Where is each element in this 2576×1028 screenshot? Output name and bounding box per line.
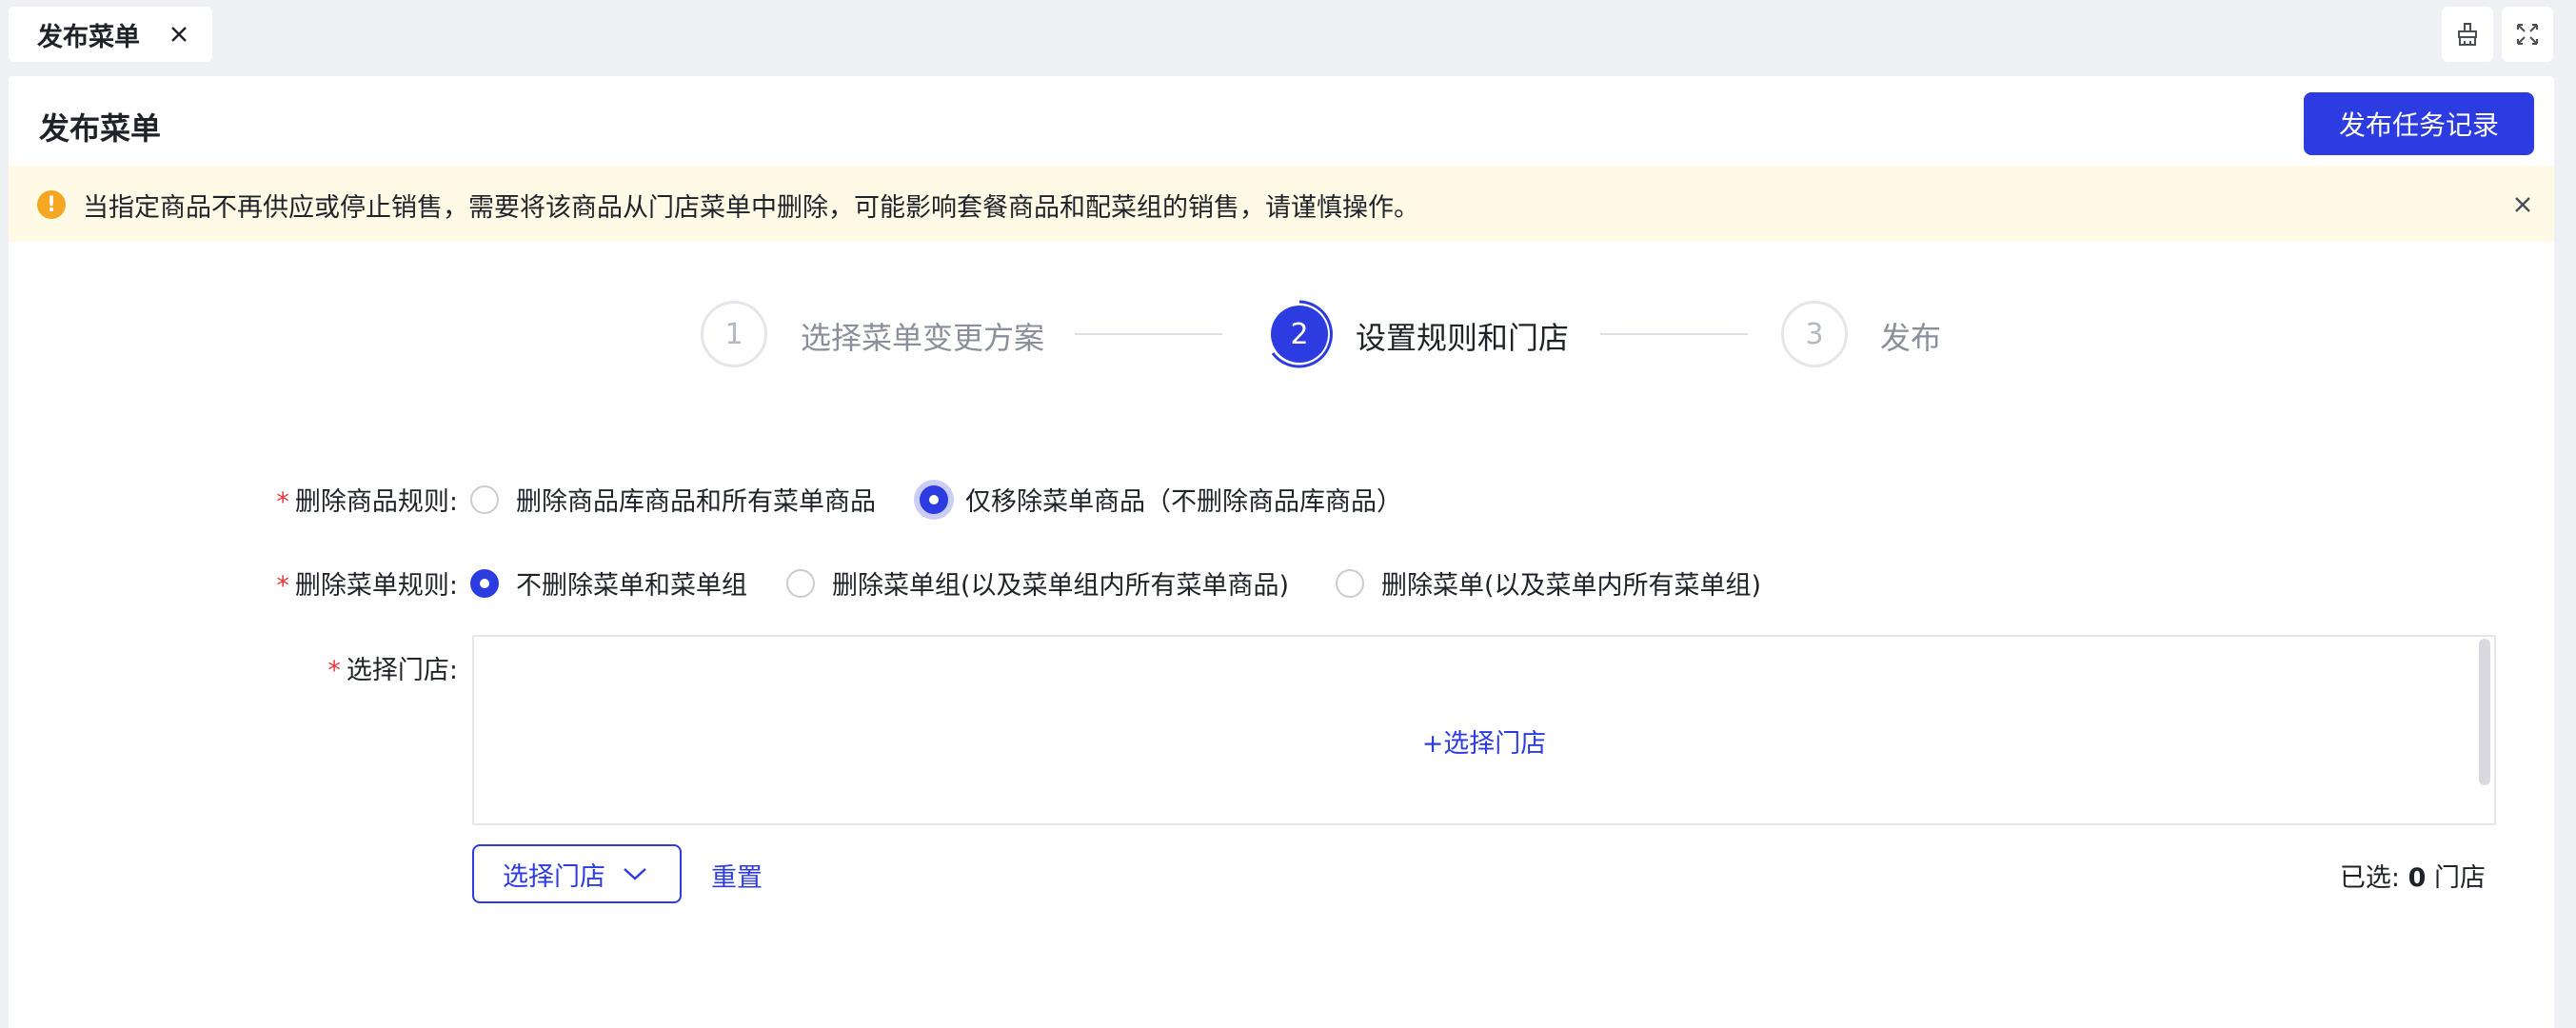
step-connector — [1600, 333, 1748, 335]
select-store-label: * 选择门店: — [327, 656, 458, 685]
chevron-down-icon — [624, 868, 646, 880]
step-1-circle: 1 — [701, 301, 767, 367]
broom-button[interactable] — [2442, 7, 2493, 62]
warning-alert: ! 当指定商品不再供应或停止销售，需要将该商品从门店菜单中删除，可能影响套餐商品… — [9, 166, 2554, 242]
radio-delete-all-products[interactable]: 删除商品库商品和所有菜单商品 — [470, 481, 876, 518]
radio-delete-menus[interactable]: 删除菜单(以及菜单内所有菜单组) — [1336, 564, 1761, 602]
radio-circle-selected[interactable] — [920, 484, 948, 514]
broom-icon — [2458, 23, 2477, 46]
alert-message: 当指定商品不再供应或停止销售，需要将该商品从门店菜单中删除，可能影响套餐商品和配… — [83, 193, 1419, 223]
publish-records-button[interactable]: 发布任务记录 — [2304, 92, 2534, 155]
required-mark: * — [327, 656, 341, 685]
fullscreen-icon — [2517, 24, 2538, 45]
step-3-label: 发布 — [1880, 320, 1942, 356]
select-store-dropdown[interactable]: 选择门店 — [472, 844, 682, 903]
radio-circle[interactable] — [1336, 568, 1364, 598]
reset-link[interactable]: 重置 — [711, 857, 763, 894]
close-icon[interactable] — [167, 22, 191, 47]
delete-product-rule-label: * 删除商品规则: — [276, 487, 458, 517]
close-alert-icon[interactable] — [2508, 190, 2537, 219]
main-card: 发布菜单 发布任务记录 ! 当指定商品不再供应或停止销售，需要将该商品从门店菜单… — [9, 76, 2554, 1028]
radio-circle[interactable] — [786, 568, 815, 598]
step-2-circle: 2 — [1271, 306, 1328, 363]
required-mark: * — [276, 487, 289, 517]
store-selection-area: +选择门店 — [472, 635, 2496, 825]
step-2-label: 设置规则和门店 — [1356, 320, 1570, 356]
tab-publish-menu[interactable]: 发布菜单 — [9, 7, 212, 62]
page-title: 发布菜单 — [39, 110, 162, 147]
step-connector — [1075, 333, 1222, 335]
required-mark: * — [276, 571, 289, 601]
radio-keep-menu-and-groups[interactable]: 不删除菜单和菜单组 — [470, 564, 747, 602]
radio-remove-menu-products-only[interactable]: 仅移除菜单商品（不删除商品库商品） — [920, 481, 1402, 518]
step-3-circle: 3 — [1781, 301, 1848, 367]
delete-menu-rule-label: * 删除菜单规则: — [276, 571, 458, 601]
radio-circle[interactable] — [470, 484, 499, 514]
scrollbar[interactable] — [2479, 639, 2490, 785]
radio-delete-menu-groups[interactable]: 删除菜单组(以及菜单组内所有菜单商品) — [786, 564, 1289, 602]
step-1-label: 选择菜单变更方案 — [801, 320, 1045, 356]
warning-icon: ! — [37, 190, 66, 219]
tab-label: 发布菜单 — [37, 22, 140, 52]
selected-store-count: 已选: 0 门店 — [2339, 863, 2486, 893]
fullscreen-button[interactable] — [2502, 7, 2553, 62]
tab-bar: 发布菜单 — [0, 0, 2576, 74]
radio-circle-selected[interactable] — [470, 568, 499, 598]
add-store-link[interactable]: +选择门店 — [474, 722, 2494, 760]
